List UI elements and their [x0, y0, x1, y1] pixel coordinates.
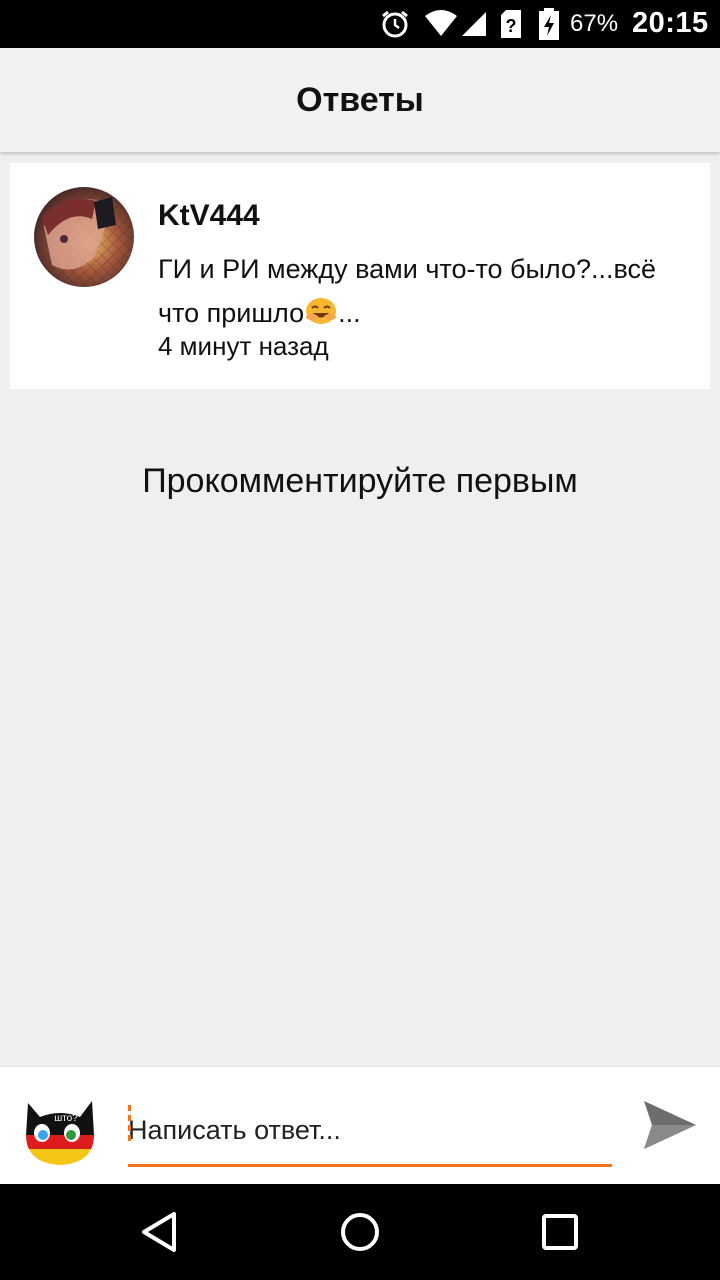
battery-percentage: 67% — [570, 10, 619, 37]
send-icon — [644, 1101, 696, 1149]
alarm-icon — [380, 8, 410, 40]
signal-icon — [460, 8, 488, 40]
svg-text:што?: што? — [54, 1113, 78, 1124]
recents-icon[interactable] — [536, 1208, 584, 1256]
comment-text: ГИ и РИ между вами что-то было?...всё чт… — [158, 247, 698, 335]
comment-username[interactable]: KtV444 — [158, 199, 260, 233]
comment-text-line2: что пришло — [158, 298, 305, 328]
empty-state-message: Прокомментируйте первым — [142, 462, 578, 500]
wifi-icon — [424, 8, 458, 40]
comment-timestamp: 4 минут назад — [158, 331, 329, 361]
sim-unknown-icon: ? — [500, 8, 522, 40]
navigation-bar — [0, 1184, 720, 1280]
home-icon[interactable] — [336, 1208, 384, 1256]
reply-bar: што? — [0, 1066, 720, 1184]
comment-card[interactable]: KtV444 ГИ и РИ между вами что-то было?..… — [10, 163, 710, 389]
status-bar: ? 67% 20:15 — [0, 0, 720, 48]
avatar[interactable] — [34, 187, 134, 287]
back-icon[interactable] — [136, 1208, 184, 1256]
reply-input[interactable] — [128, 1105, 612, 1167]
comment-text-line1: ГИ и РИ между вами что-то было?...всё — [158, 254, 657, 284]
battery-charging-icon — [538, 8, 560, 40]
send-button[interactable] — [640, 1097, 700, 1155]
page-title: Ответы — [296, 80, 424, 119]
text-cursor — [128, 1105, 131, 1141]
clock: 20:15 — [632, 7, 709, 39]
svg-text:?: ? — [506, 16, 517, 36]
app-bar: Ответы — [0, 48, 720, 152]
user-avatar[interactable]: што? — [22, 1095, 98, 1167]
smiling-face-emoji-icon — [304, 295, 338, 325]
comment-text-ellipsis: ... — [338, 298, 361, 328]
